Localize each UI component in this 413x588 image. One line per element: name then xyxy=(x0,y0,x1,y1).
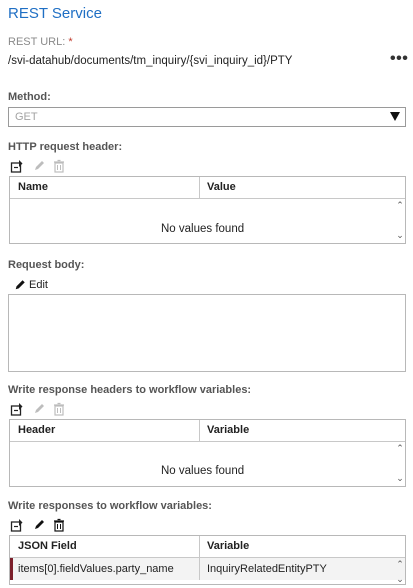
table-row[interactable]: items[0].fieldValues.party_name InquiryR… xyxy=(10,558,405,580)
delete-trash-icon[interactable] xyxy=(52,518,66,532)
column-name: Name xyxy=(18,181,48,193)
required-mark: * xyxy=(68,36,73,48)
variable-cell: InquiryRelatedEntityPTY xyxy=(207,563,327,575)
add-icon[interactable] xyxy=(10,402,24,416)
column-variable: Variable xyxy=(207,424,250,436)
request-body-label: Request body: xyxy=(8,259,85,271)
delete-trash-icon[interactable] xyxy=(52,402,66,416)
scrollbar[interactable]: ⌃ ⌄ xyxy=(395,199,405,243)
selected-row-marker xyxy=(10,558,13,580)
column-value: Value xyxy=(207,181,236,193)
method-select-value: GET xyxy=(15,111,38,123)
scroll-down-icon[interactable]: ⌄ xyxy=(396,231,404,240)
edit-pencil-icon[interactable] xyxy=(32,518,46,532)
rest-url-label: REST URL: * xyxy=(8,36,73,48)
dropdown-arrow-icon xyxy=(390,112,400,121)
scrollbar[interactable]: ⌃ ⌄ xyxy=(395,442,405,486)
method-label: Method: xyxy=(8,91,51,103)
column-divider xyxy=(199,536,200,557)
column-divider xyxy=(199,558,200,580)
column-divider xyxy=(199,177,200,198)
add-icon[interactable] xyxy=(10,159,24,173)
table-header: JSON Field Variable xyxy=(10,536,405,558)
scroll-down-icon[interactable]: ⌄ xyxy=(396,474,404,483)
responses-toolbar xyxy=(10,518,70,534)
responses-label: Write responses to workflow variables: xyxy=(8,500,212,512)
response-headers-toolbar xyxy=(10,402,70,418)
column-variable: Variable xyxy=(207,540,250,552)
response-headers-table: Header Variable No values found ⌃ ⌄ xyxy=(9,419,406,487)
method-select[interactable]: GET xyxy=(8,107,406,127)
request-body-textarea[interactable] xyxy=(8,294,406,372)
table-header: Name Value xyxy=(10,177,405,199)
json-field-cell: items[0].fieldValues.party_name xyxy=(18,563,174,575)
scroll-up-icon[interactable]: ⌃ xyxy=(396,201,404,210)
response-headers-label: Write response headers to workflow varia… xyxy=(8,384,252,396)
http-request-header-label: HTTP request header: xyxy=(8,141,123,153)
scroll-up-icon[interactable]: ⌃ xyxy=(396,444,404,453)
edit-pencil-icon xyxy=(15,280,25,290)
edit-pencil-icon[interactable] xyxy=(32,402,46,416)
column-divider xyxy=(199,420,200,441)
empty-message: No values found xyxy=(161,223,245,235)
responses-table: JSON Field Variable items[0].fieldValues… xyxy=(9,535,406,585)
scrollbar[interactable]: ⌃ ⌄ xyxy=(395,558,405,584)
rest-url-label-text: REST URL: xyxy=(8,36,66,48)
empty-message: No values found xyxy=(161,465,245,477)
scroll-down-icon[interactable]: ⌄ xyxy=(396,575,404,584)
more-options-button[interactable]: ••• xyxy=(390,50,408,68)
page-title: REST Service xyxy=(8,5,102,22)
rest-url-value[interactable]: /svi-datahub/documents/tm_inquiry/{svi_i… xyxy=(8,55,292,67)
column-header: Header xyxy=(18,424,56,436)
delete-trash-icon[interactable] xyxy=(52,159,66,173)
http-header-toolbar xyxy=(10,159,70,175)
column-json-field: JSON Field xyxy=(18,540,77,552)
scroll-up-icon[interactable]: ⌃ xyxy=(396,560,404,569)
table-header: Header Variable xyxy=(10,420,405,442)
add-icon[interactable] xyxy=(10,518,24,532)
edit-pencil-icon[interactable] xyxy=(32,159,46,173)
edit-label: Edit xyxy=(29,279,48,291)
http-header-table: Name Value No values found ⌃ ⌄ xyxy=(9,176,406,244)
